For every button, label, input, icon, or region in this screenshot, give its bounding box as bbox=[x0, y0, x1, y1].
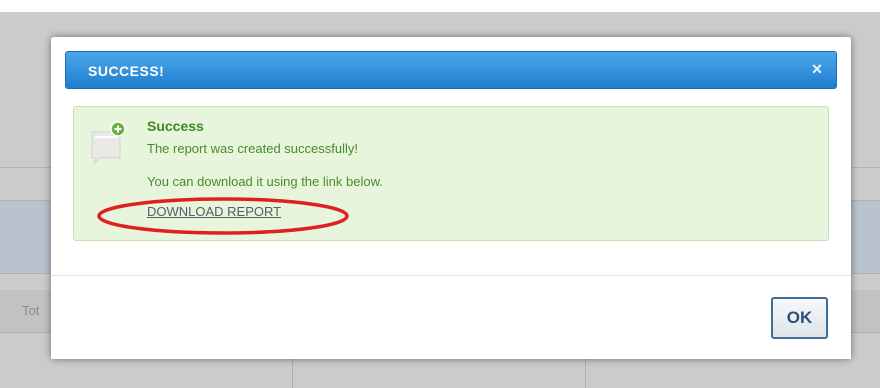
success-dialog: SUCCESS! × Success The report was create… bbox=[51, 37, 851, 359]
dialog-title: SUCCESS! bbox=[88, 63, 165, 79]
alert-instructions: You can download it using the link below… bbox=[147, 174, 383, 189]
dialog-footer: OK bbox=[51, 276, 851, 359]
dialog-header: SUCCESS! × bbox=[65, 51, 837, 89]
ok-button[interactable]: OK bbox=[771, 297, 828, 339]
background-table-header-label: Tot bbox=[22, 303, 40, 318]
message-plus-icon bbox=[91, 121, 126, 164]
alert-title: Success bbox=[147, 118, 204, 134]
download-report-link[interactable]: DOWNLOAD REPORT bbox=[147, 204, 281, 219]
alert-message: The report was created successfully! bbox=[147, 141, 358, 156]
success-alert: Success The report was created successfu… bbox=[73, 106, 829, 241]
close-icon[interactable]: × bbox=[808, 60, 826, 78]
background-top-band bbox=[0, 0, 880, 12]
